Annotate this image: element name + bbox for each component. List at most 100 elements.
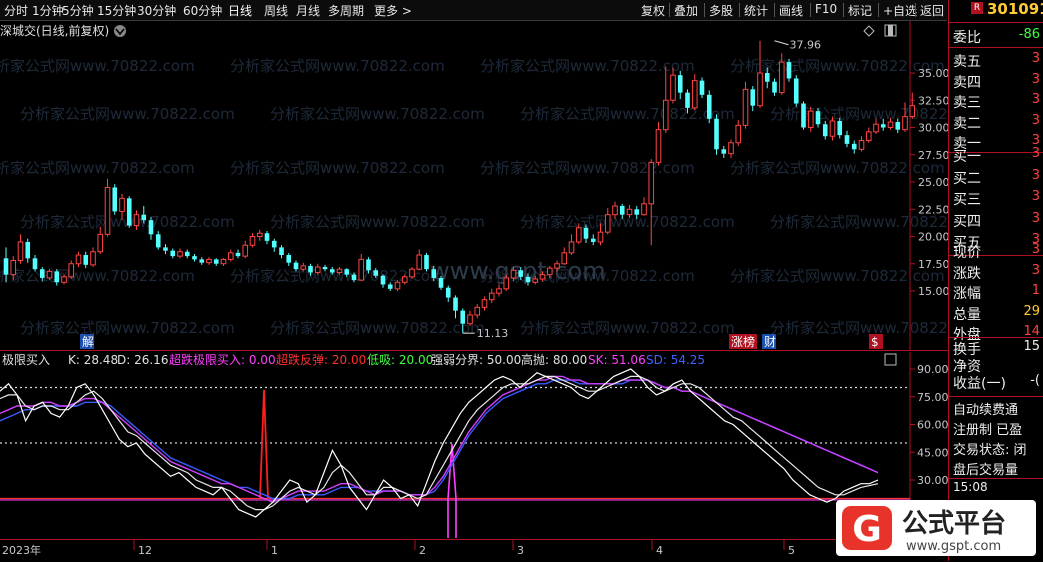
weibi-label: 委比 xyxy=(953,30,981,46)
candle-body-down xyxy=(112,187,118,212)
toolbar-tab-5[interactable]: 60分钟 xyxy=(183,2,222,19)
candle-body-up xyxy=(336,268,343,273)
candle-body-up xyxy=(691,80,698,109)
quote-label-2: 涨幅 xyxy=(953,286,981,302)
watermark-tile: 分析家公式网www.70822.com xyxy=(270,319,485,337)
sell-level-5: 卖五 xyxy=(953,54,981,70)
candle-body-up xyxy=(742,88,749,126)
buy-level-2: 买二 xyxy=(953,170,981,187)
candle-body-down xyxy=(141,214,147,221)
candle xyxy=(126,196,132,228)
toolbar-action-7[interactable]: +自选 xyxy=(883,2,917,19)
candle-body-down xyxy=(322,267,328,270)
candle xyxy=(706,90,712,124)
toolbar-tab-3[interactable]: 15分钟 xyxy=(97,2,136,19)
candle-body-down xyxy=(344,269,350,275)
candle-body-up xyxy=(735,124,742,144)
candle-body-down xyxy=(329,269,335,273)
toolbar-tab-9[interactable]: 多周期 xyxy=(328,2,364,19)
sell-level-value: 3 xyxy=(1031,112,1040,128)
candle-body-down xyxy=(750,89,756,106)
candle-body-down xyxy=(126,198,132,226)
indicator-chart[interactable]: 极限买入 K: 28.48D: 26.16 超跌极限买入: 0.00 超跌反弹: 20… xyxy=(0,352,948,539)
quote-label-1: 涨跌 xyxy=(953,265,981,282)
candle xyxy=(424,252,429,272)
candle-body-up xyxy=(757,72,763,107)
toolbar-action-5[interactable]: F10 xyxy=(815,2,837,16)
toolbar-action-8[interactable]: 返回 xyxy=(920,2,944,19)
candle-body-up xyxy=(133,214,140,227)
toolbar-action-4[interactable]: 画线 xyxy=(779,2,803,19)
toolbar-action-0[interactable]: 复权 xyxy=(641,2,665,19)
price-tick-label: 17.50 xyxy=(918,258,948,271)
toolbar-action-3[interactable]: 统计 xyxy=(744,2,768,19)
toolbar-action-6[interactable]: 标记 xyxy=(848,2,872,19)
indicator-name: 极限买入 xyxy=(2,353,50,367)
price-chart[interactable]: 分析家公式网www.70822.com 分析家公式网www.70822.com 分析… xyxy=(0,21,948,351)
candle-body-up xyxy=(416,254,423,270)
event-tag-3[interactable]: $ xyxy=(871,335,879,349)
toolbar-tab-6[interactable]: 日线 xyxy=(228,2,252,19)
toolbar-divider xyxy=(843,3,844,17)
candle-body-up xyxy=(75,254,82,265)
candle-body-up xyxy=(97,233,104,253)
date-label-3: 2 xyxy=(419,544,426,557)
sell-level-4: 卖四 xyxy=(953,74,981,91)
indicator-bg xyxy=(0,352,948,539)
toolbar-tab-2[interactable]: 5分钟 xyxy=(62,2,94,19)
date-label-5: 4 xyxy=(656,544,663,557)
event-tag-0[interactable]: 解 xyxy=(82,335,94,349)
candle-body-down xyxy=(837,120,843,136)
event-tag-1[interactable]: 涨榜 xyxy=(731,334,755,349)
buy-level-value: 3 xyxy=(1031,167,1040,183)
quote-value-0: 3 xyxy=(1031,242,1040,257)
toolbar-tab-1[interactable]: 1分钟 xyxy=(32,2,64,19)
candle-body-up xyxy=(887,121,894,129)
candle-body-down xyxy=(32,258,38,270)
toolbar-action-2[interactable]: 多股 xyxy=(709,2,733,19)
event-tag-2[interactable]: 财 xyxy=(764,335,776,349)
date-label-1: 12 xyxy=(138,544,152,557)
toolbar-tab-4[interactable]: 30分钟 xyxy=(137,2,176,19)
candle-body-down xyxy=(583,227,589,239)
quote-value-1: 3 xyxy=(1031,262,1040,278)
candle-body-down xyxy=(424,255,429,270)
price-tick-label: 25.00 xyxy=(918,176,948,189)
status-note-0: 自动续费通 xyxy=(953,403,1019,418)
candle-body-up xyxy=(807,110,814,129)
toolbar-tab-10[interactable]: 更多 > xyxy=(374,2,412,19)
indicator-param-3: 超跌反弹: 20.00 xyxy=(276,352,366,367)
candle-body-up xyxy=(409,268,415,278)
watermark-tile: 分析家公式网www.70822.com xyxy=(270,105,485,123)
quote-value-2: 1 xyxy=(1031,283,1040,298)
indicator-param-4: 低吸: 20.00 xyxy=(367,353,433,367)
candle-body-up xyxy=(256,232,263,237)
candle-body-down xyxy=(851,143,857,150)
candle-body-up xyxy=(227,252,234,260)
watermark-tile: 分析家公式网www.70822.com xyxy=(0,159,195,177)
toolbar-action-1[interactable]: 叠加 xyxy=(674,2,698,19)
candle-body-down xyxy=(199,259,205,263)
price-tick-label: 30.00 xyxy=(918,122,948,135)
candle-body-down xyxy=(213,259,219,264)
candle-body-down xyxy=(271,240,277,248)
low-marker-label: 11.13 xyxy=(477,327,509,340)
gspt-logo: G 公式平台 www.gspt.com xyxy=(836,500,1036,556)
panel-divider xyxy=(949,47,1043,48)
toolbar-tab-0[interactable]: 分时 xyxy=(4,2,28,19)
toolbar-tab-8[interactable]: 月线 xyxy=(296,2,320,19)
indicator-tick-label: 75.00 xyxy=(917,391,948,404)
quote-value-3: 29 xyxy=(1023,303,1040,319)
candle-body-down xyxy=(279,247,284,256)
indicator-param-0: K: 28.48 xyxy=(68,353,118,367)
candle-body-down xyxy=(844,135,850,144)
candle-body-down xyxy=(155,234,161,248)
candle-body-up xyxy=(554,263,560,269)
candle-body-down xyxy=(286,255,292,263)
candle-body-down xyxy=(445,287,451,298)
candle-body-down xyxy=(453,297,458,311)
candle-body-down xyxy=(39,269,45,278)
candle-body-up xyxy=(655,129,662,163)
toolbar-tab-7[interactable]: 周线 xyxy=(264,2,288,19)
candle-body-up xyxy=(641,203,647,216)
